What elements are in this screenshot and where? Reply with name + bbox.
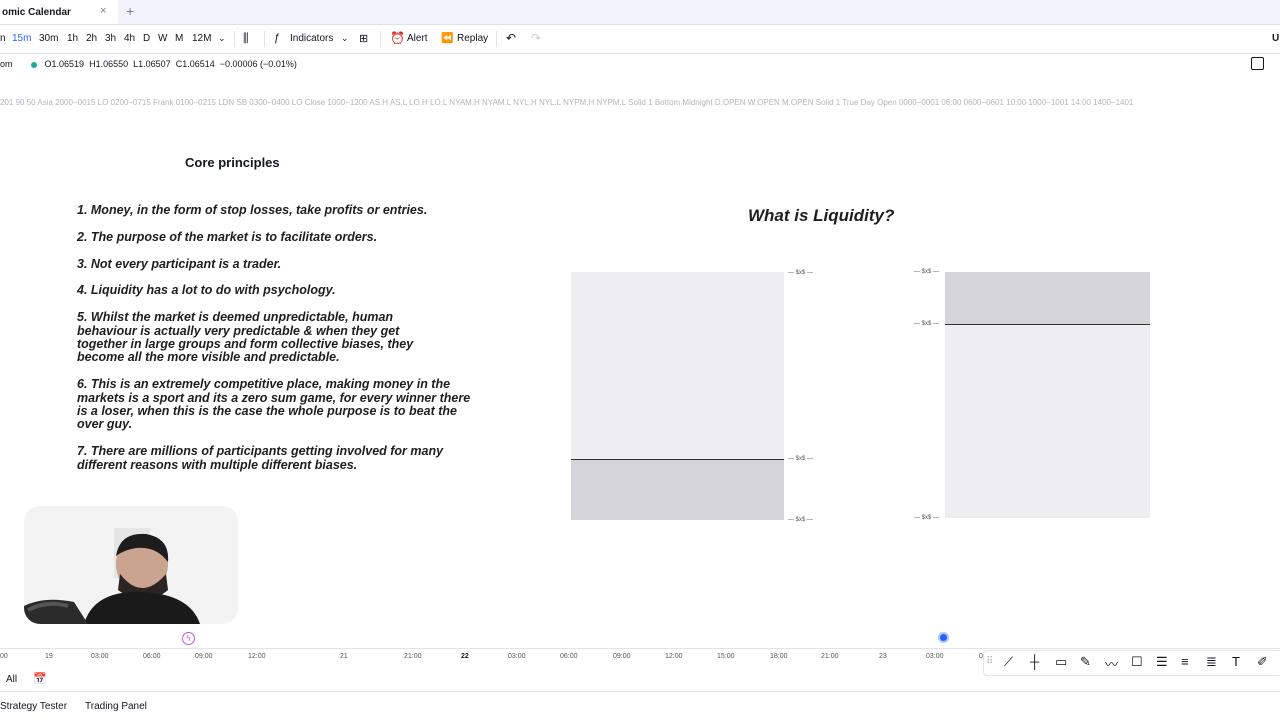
economic-event-marker-icon[interactable]: ϟ bbox=[182, 632, 195, 645]
replay-icon: ⏪ bbox=[441, 33, 454, 44]
time-tick: 15:00 bbox=[717, 653, 735, 660]
time-tick: 03:00 bbox=[91, 653, 109, 660]
principle-6: 6. This is an extremely competitive plac… bbox=[77, 377, 471, 432]
time-tick: 03:00 bbox=[508, 653, 526, 660]
right-mid-price-label: — $x$ — bbox=[914, 321, 940, 327]
replay-button[interactable]: Replay bbox=[457, 33, 488, 44]
time-tick: 00 bbox=[0, 653, 8, 660]
right-liquidity-zone bbox=[945, 272, 1150, 324]
time-tick: 06:00 bbox=[560, 653, 578, 660]
layout-grid-icon[interactable]: ⊞ bbox=[359, 32, 368, 45]
time-tick: 12:00 bbox=[248, 653, 266, 660]
time-tick: 21:00 bbox=[404, 653, 422, 660]
principle-3: 3. Not every participant is a trader. bbox=[77, 256, 282, 271]
new-tab-icon[interactable]: + bbox=[126, 3, 134, 19]
chart-bottom-bar: All 📅 bbox=[0, 667, 1280, 692]
timeframe-12m[interactable]: 12M bbox=[192, 33, 211, 44]
market-status-dot-icon bbox=[30, 61, 37, 68]
right-top-price-label: — $x$ — bbox=[914, 269, 940, 275]
timeframe-4h[interactable]: 4h bbox=[124, 33, 135, 44]
chart-toolbar: n 15m 30m 1h 2h 3h 4h D W M 12M ⌄ ⫼ ƒ In… bbox=[0, 25, 1280, 70]
principle-2: 2. The purpose of the market is to facil… bbox=[77, 229, 378, 244]
drag-handle-icon[interactable]: ⠿ bbox=[986, 656, 993, 667]
symbol-fragment: om bbox=[0, 59, 13, 69]
time-tick: 22 bbox=[461, 653, 469, 660]
ohlc-change: −0.00006 (−0.01%) bbox=[219, 59, 297, 69]
time-tick: 09:00 bbox=[613, 653, 631, 660]
range-all-button[interactable]: All bbox=[6, 674, 17, 685]
principle-7: 7. There are millions of participants ge… bbox=[77, 444, 444, 472]
indicators-button[interactable]: Indicators bbox=[290, 33, 333, 44]
time-tick: 12:00 bbox=[665, 653, 683, 660]
principles-list: 1. Money, in the form of stop losses, ta… bbox=[77, 203, 487, 485]
left-mid-price-label: — $x$ — bbox=[788, 456, 814, 462]
indicators-icon: ƒ bbox=[274, 32, 281, 44]
timeframe-d[interactable]: D bbox=[143, 33, 150, 44]
left-liquidity-zone bbox=[571, 460, 784, 520]
principle-1: 1. Money, in the form of stop losses, ta… bbox=[77, 203, 428, 217]
calendar-icon[interactable]: 📅 bbox=[33, 672, 47, 685]
ohlc-high: H1.06550 bbox=[89, 59, 129, 69]
undo-icon[interactable]: ↶ bbox=[506, 31, 516, 45]
core-principles-title: Core principles bbox=[185, 155, 280, 170]
time-tick: 21:00 bbox=[821, 653, 839, 660]
time-tick: 18:00 bbox=[770, 653, 788, 660]
redo-icon[interactable]: ↷ bbox=[531, 31, 541, 45]
alert-clock-icon: ⏰ bbox=[390, 31, 405, 45]
tab-bar: omic Calendar × + bbox=[0, 0, 1280, 25]
fullscreen-icon[interactable] bbox=[1251, 57, 1264, 70]
timeframe-1h[interactable]: 1h bbox=[67, 33, 78, 44]
liquidity-title: What is Liquidity? bbox=[748, 206, 895, 225]
timeframe-3h[interactable]: 3h bbox=[105, 33, 116, 44]
timeframe-30m[interactable]: 30m bbox=[39, 33, 58, 44]
ohlc-close: C1.06514 bbox=[175, 59, 215, 69]
left-bottom-price-label: — $x$ — bbox=[788, 517, 814, 523]
principle-5: 5. Whilst the market is deemed unpredict… bbox=[77, 310, 414, 365]
toolbar-separator bbox=[380, 31, 381, 47]
time-tick: 19 bbox=[45, 653, 53, 660]
bottom-panel-tabs: Strategy Tester Trading Panel bbox=[0, 692, 1280, 720]
ohlc-legend: om O1.06519 H1.06550 L1.06507 C1.06514 −0… bbox=[0, 59, 297, 69]
timeframe-2h[interactable]: 2h bbox=[86, 33, 97, 44]
indicators-dropdown-chevron-icon[interactable]: ⌄ bbox=[341, 33, 349, 44]
alert-button[interactable]: Alert bbox=[407, 33, 428, 44]
webcam-overlay bbox=[24, 506, 238, 624]
principle-4: 4. Liquidity has a lot to do with psycho… bbox=[77, 283, 336, 298]
toolbar-separator bbox=[496, 31, 497, 47]
session-marker-icon[interactable] bbox=[938, 632, 949, 643]
user-menu-fragment[interactable]: U bbox=[1272, 33, 1279, 44]
time-tick: 09:00 bbox=[195, 653, 213, 660]
ohlc-low: L1.06507 bbox=[133, 59, 171, 69]
right-level-line bbox=[945, 324, 1150, 325]
indicator-legend-strip: 201 90 50 Asia 2000−0015 LO 0200−0715 Fr… bbox=[0, 98, 1134, 107]
left-top-price-label: — $x$ — bbox=[788, 270, 814, 276]
timeframe-n[interactable]: n bbox=[0, 33, 6, 44]
candle-type-icon[interactable]: ⫼ bbox=[243, 31, 249, 46]
time-tick: 06:00 bbox=[143, 653, 161, 660]
right-bottom-price-label: — $x$ — bbox=[914, 515, 940, 521]
time-tick: 03:00 bbox=[926, 653, 944, 660]
toolbar-separator bbox=[264, 31, 265, 47]
left-level-line bbox=[571, 459, 784, 460]
presenter-silhouette bbox=[24, 528, 200, 624]
trading-panel-tab[interactable]: Trading Panel bbox=[85, 701, 147, 712]
ohlc-open: O1.06519 bbox=[44, 59, 85, 69]
time-tick: 21 bbox=[340, 653, 348, 660]
timeframe-dropdown-chevron-icon[interactable]: ⌄ bbox=[218, 33, 226, 44]
time-tick: 23 bbox=[879, 653, 887, 660]
timeframe-15m[interactable]: 15m bbox=[12, 33, 31, 44]
toolbar-separator bbox=[234, 31, 235, 47]
strategy-tester-tab[interactable]: Strategy Tester bbox=[0, 701, 67, 712]
timeframe-w[interactable]: W bbox=[158, 33, 167, 44]
tab-title: omic Calendar bbox=[2, 6, 71, 18]
tab-close-icon[interactable]: × bbox=[100, 5, 106, 17]
timeframe-m[interactable]: M bbox=[175, 33, 183, 44]
time-axis-line bbox=[0, 648, 1280, 649]
